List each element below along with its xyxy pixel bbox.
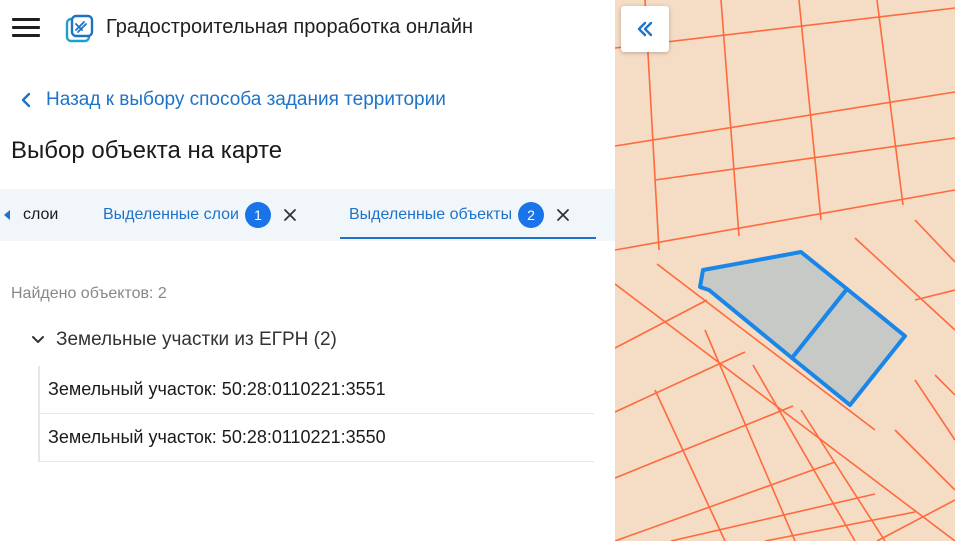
- parcel-boundary: [894, 429, 955, 491]
- scroll-left-icon[interactable]: [4, 210, 10, 220]
- list-item-label: Земельный участок: 50:28:0110221:3551: [48, 379, 386, 399]
- close-icon[interactable]: [283, 208, 297, 222]
- list-item-label: Земельный участок: 50:28:0110221:3550: [48, 427, 386, 447]
- tab-selected-layers[interactable]: Выделенные слои 1: [103, 189, 297, 241]
- found-count: Найдено объектов: 2: [11, 285, 167, 302]
- count-badge: 1: [244, 202, 271, 228]
- tab-selected-layers-label: Выделенные слои: [103, 206, 239, 223]
- chevron-down-icon: [32, 336, 44, 343]
- parcel-boundary: [654, 137, 955, 181]
- back-link-label: Назад к выбору способа задания территори…: [46, 89, 446, 110]
- group-header-egrn-parcels[interactable]: Земельные участки из ЕГРН (2): [30, 326, 337, 354]
- parcel-boundary: [654, 389, 726, 541]
- tab-selected-objects-label: Выделенные объекты: [349, 206, 513, 223]
- tab-layers[interactable]: слои: [4, 189, 58, 241]
- chevron-left-icon: [21, 92, 31, 108]
- side-panel: Градостроительная проработка онлайн Наза…: [0, 0, 615, 541]
- parcel-boundary: [876, 0, 904, 206]
- parcel-boundary: [615, 91, 955, 147]
- list-item[interactable]: Земельный участок: 50:28:0110221:3551: [40, 366, 594, 414]
- parcel-boundary: [914, 289, 955, 301]
- app-header: Градостроительная проработка онлайн: [0, 0, 615, 58]
- parcel-boundary: [720, 0, 740, 237]
- list-item[interactable]: Земельный участок: 50:28:0110221:3550: [40, 414, 594, 462]
- parcel-boundary: [615, 405, 794, 479]
- parcel-boundary: [876, 499, 955, 541]
- parcel-boundary: [615, 189, 955, 251]
- parcel-boundary: [798, 0, 822, 221]
- map-view[interactable]: [615, 0, 955, 541]
- group-label: Земельные участки из ЕГРН (2): [56, 329, 337, 350]
- app-logo-icon: [65, 14, 94, 43]
- road-edge: [934, 374, 955, 396]
- object-list: Земельный участок: 50:28:0110221:3551 Зе…: [38, 366, 594, 462]
- parcel-boundary: [615, 351, 746, 413]
- page-title: Выбор объекта на карте: [11, 137, 283, 164]
- parcel-boundary: [670, 493, 876, 541]
- back-link[interactable]: Назад к выбору способа задания территори…: [16, 86, 446, 114]
- collapse-panel-button[interactable]: [621, 6, 669, 52]
- road-edge: [914, 219, 955, 263]
- tab-bar: слои Выделенные слои 1 Выделенные объект…: [0, 189, 615, 241]
- active-tab-indicator: [340, 237, 596, 239]
- tab-selected-objects[interactable]: Выделенные объекты 2: [349, 189, 570, 241]
- parcel-boundary: [615, 299, 708, 349]
- hamburger-menu-icon[interactable]: [12, 18, 40, 40]
- double-chevron-left-icon: [637, 21, 653, 37]
- parcel-map[interactable]: [615, 0, 955, 541]
- close-icon[interactable]: [556, 208, 570, 222]
- tab-layers-label: слои: [23, 206, 59, 223]
- count-badge: 2: [518, 202, 545, 228]
- app-title: Градостроительная проработка онлайн: [106, 16, 474, 38]
